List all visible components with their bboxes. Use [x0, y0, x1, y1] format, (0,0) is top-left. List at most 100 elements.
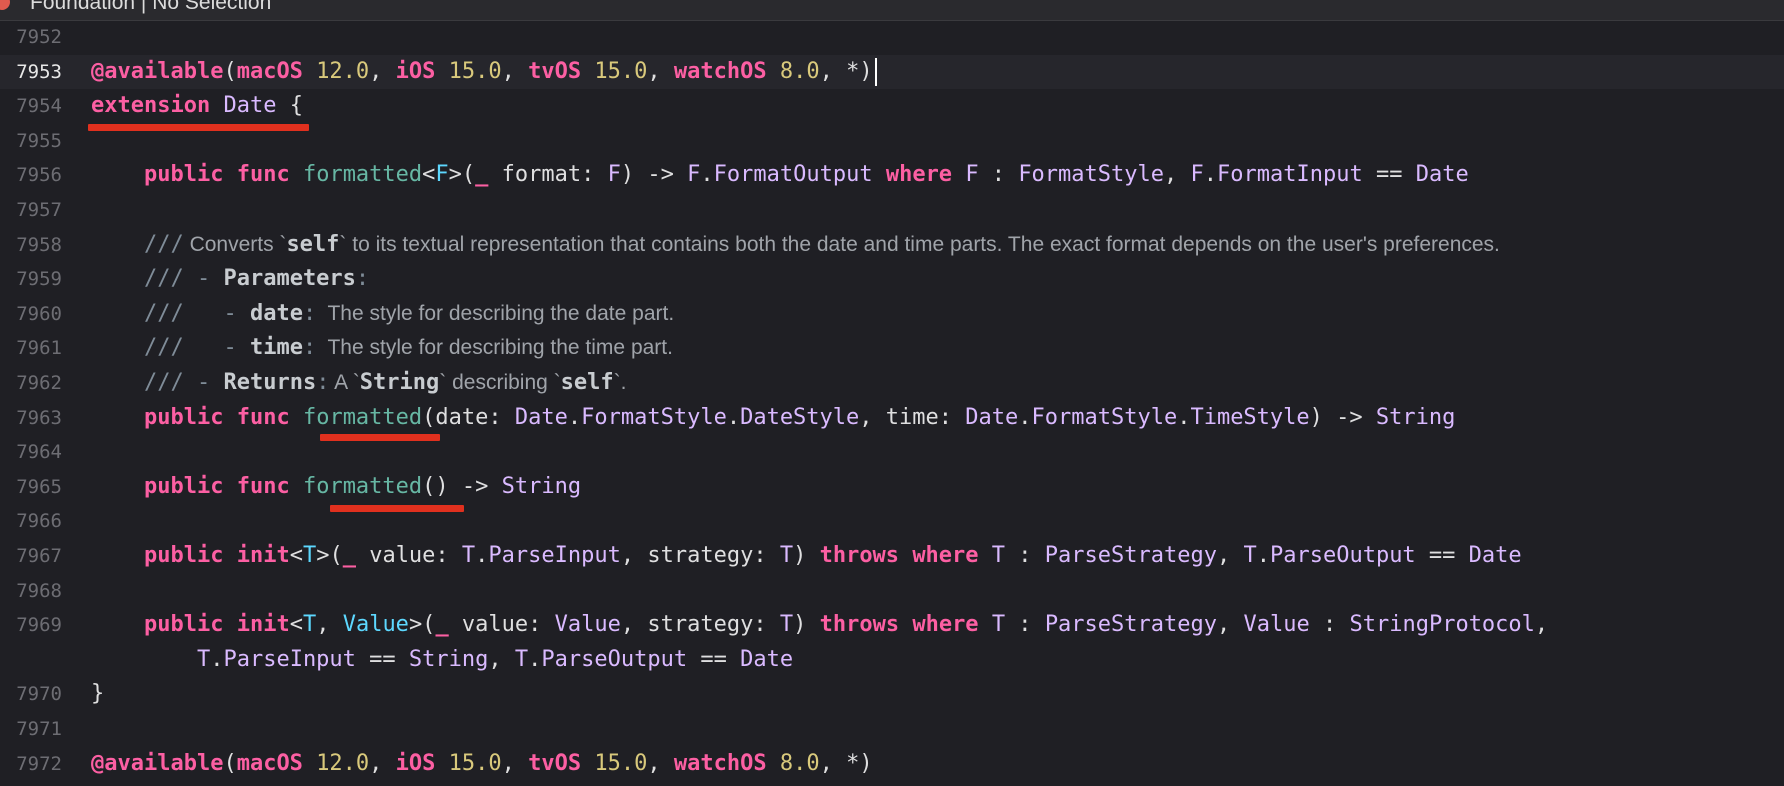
- breadcrumb[interactable]: Foundation | No Selection: [30, 0, 271, 15]
- code-text[interactable]: public func formatted(date: Date.FormatS…: [91, 401, 1455, 436]
- line-number: 7968: [16, 579, 62, 602]
- code-line[interactable]: 7961 /// - time: The style for describin…: [0, 331, 1784, 366]
- code-line[interactable]: 7970}: [0, 677, 1784, 712]
- code-text[interactable]: /// - Returns: A `String` describing `se…: [91, 366, 627, 401]
- code-token: func: [236, 473, 290, 499]
- code-text[interactable]: public func formatted() -> String: [91, 470, 581, 505]
- code-token: ,: [647, 58, 674, 84]
- code-token: :: [302, 300, 317, 326]
- code-text[interactable]: /// - time: The style for describing the…: [91, 331, 673, 366]
- code-line[interactable]: 7952: [0, 20, 1784, 55]
- code-token: String: [359, 370, 440, 395]
- code-token: Value: [342, 612, 409, 638]
- code-token: extension: [91, 93, 211, 119]
- code-line[interactable]: 7965 public func formatted() -> String: [0, 470, 1784, 505]
- code-line[interactable]: 7958 /// Converts `self` to its textual …: [0, 228, 1784, 263]
- code-token: macOS: [236, 750, 303, 776]
- code-token: ` describing `: [439, 371, 561, 394]
- line-number: 7957: [16, 199, 62, 221]
- code-line[interactable]: 7956 public func formatted<F>(_ format: …: [0, 158, 1784, 193]
- code-token: ParseOutput: [1269, 543, 1416, 568]
- code-token: formatted: [302, 162, 423, 188]
- code-token: ,: [369, 58, 396, 84]
- code-token: Converts `: [183, 232, 287, 256]
- code-token: value:: [448, 612, 555, 638]
- code-token: , time:: [859, 404, 966, 430]
- code-text[interactable]: public init<T>(_ value: T.ParseInput, st…: [91, 539, 1522, 574]
- code-token: ,: [1217, 612, 1244, 638]
- code-text[interactable]: /// - Parameters:: [91, 262, 369, 297]
- code-text[interactable]: @available(macOS 12.0, iOS 15.0, tvOS 15…: [91, 55, 877, 90]
- code-token: Date: [965, 404, 1019, 430]
- code-line[interactable]: 7963 public func formatted(date: Date.Fo…: [0, 401, 1784, 436]
- code-token: .: [1177, 404, 1191, 430]
- code-token: F: [435, 162, 449, 188]
- code-line[interactable]: 7959 /// - Parameters:: [0, 262, 1784, 297]
- code-token: FormatStyle: [1018, 162, 1165, 188]
- code-text[interactable]: @available(macOS 12.0, iOS 15.0, tvOS 15…: [91, 747, 873, 782]
- code-token: .: [475, 543, 489, 568]
- code-token: ): [793, 543, 820, 568]
- code-token: ,: [501, 750, 529, 776]
- code-token: ParseStrategy: [1044, 543, 1217, 568]
- code-token: ==: [1362, 162, 1416, 188]
- code-token: ParseInput: [488, 543, 621, 568]
- code-line[interactable]: 7960 /// - date: The style for describin…: [0, 297, 1784, 332]
- code-token: >(: [448, 162, 476, 188]
- code-token: The style for describing the time part.: [316, 336, 673, 360]
- code-token: where: [912, 612, 979, 638]
- code-token: 15.0: [448, 750, 502, 776]
- status-dot-icon: [0, 0, 10, 10]
- code-token: :: [978, 162, 1019, 188]
- code-token: 15.0: [448, 58, 502, 84]
- code-token: tvOS: [528, 58, 582, 84]
- code-text[interactable]: }: [91, 677, 104, 712]
- code-token: ParseInput: [223, 646, 356, 672]
- code-line[interactable]: 7971: [0, 712, 1784, 747]
- code-token: .: [210, 646, 224, 672]
- code-line[interactable]: 7957: [0, 193, 1784, 228]
- code-token: F: [687, 162, 701, 188]
- code-line[interactable]: 7953 @available(macOS 12.0, iOS 15.0, tvO…: [0, 54, 1784, 90]
- code-token: :: [1005, 612, 1045, 638]
- code-line[interactable]: 7962 /// - Returns: A `String` describin…: [0, 366, 1784, 401]
- code-token: <: [289, 543, 303, 568]
- code-token: T: [302, 543, 317, 568]
- code-token: public: [143, 543, 224, 568]
- code-token: Date: [514, 404, 568, 430]
- code-token: where: [912, 543, 979, 568]
- code-line[interactable]: 7972 @available(macOS 12.0, iOS 15.0, tvO…: [0, 747, 1784, 782]
- code-text[interactable]: public func formatted<F>(_ format: F) ->…: [91, 158, 1469, 193]
- code-line[interactable]: 7968: [0, 574, 1784, 609]
- code-text[interactable]: public init<T, Value>(_ value: Value, st…: [91, 608, 1548, 643]
- code-token: Value: [1243, 612, 1310, 638]
- code-token: ,: [501, 58, 529, 84]
- code-text[interactable]: T.ParseInput == String, T.ParseOutput ==…: [91, 643, 793, 678]
- code-token: /// -: [143, 335, 250, 361]
- code-token: The style for describing the date part.: [316, 301, 675, 325]
- code-line[interactable]: 7954 extension Date {: [0, 89, 1784, 124]
- code-text[interactable]: /// Converts `self` to its textual repre…: [91, 228, 1500, 263]
- code-text[interactable]: extension Date {: [91, 89, 303, 124]
- code-token: A `: [329, 371, 360, 394]
- code-text[interactable]: /// - date: The style for describing the…: [91, 297, 674, 332]
- code-line[interactable]: 7969 public init<T, Value>(_ value: Valu…: [0, 608, 1784, 643]
- code-token: watchOS: [673, 58, 767, 84]
- code-token: 15.0: [594, 750, 648, 776]
- code-line[interactable]: 7966: [0, 504, 1784, 539]
- line-number: 7956: [16, 164, 62, 187]
- code-token: , strategy:: [620, 612, 780, 638]
- code-line[interactable]: 7964: [0, 435, 1784, 470]
- code-editor[interactable]: 7952 7953 @available(macOS 12.0, iOS 15.0,…: [0, 20, 1784, 786]
- code-token: /// -: [143, 300, 250, 326]
- code-line[interactable]: T.ParseInput == String, T.ParseOutput ==…: [0, 643, 1784, 678]
- code-line[interactable]: 7967 public init<T>(_ value: T.ParseInpu…: [0, 539, 1784, 574]
- code-token: (: [223, 58, 237, 84]
